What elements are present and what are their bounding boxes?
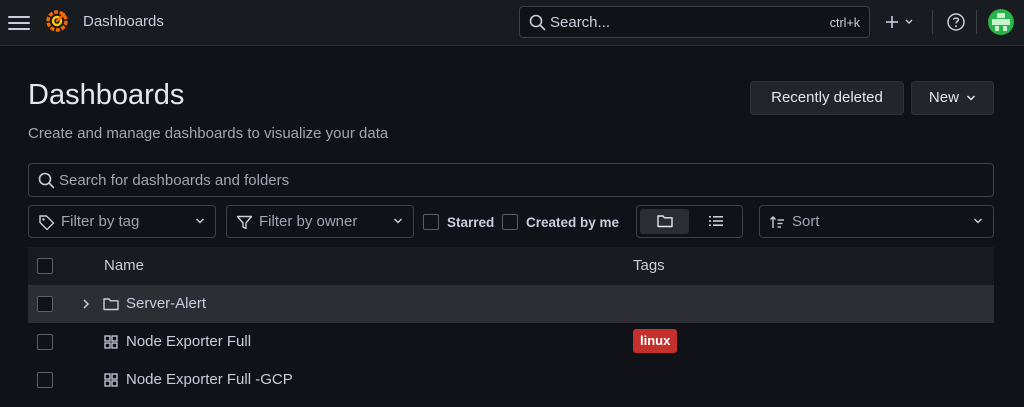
- grafana-logo[interactable]: [44, 8, 70, 34]
- recently-deleted-button[interactable]: Recently deleted: [750, 81, 904, 115]
- dashboard-grid-icon: [104, 373, 118, 387]
- chevron-down-icon: [967, 95, 976, 101]
- search-icon: [38, 172, 55, 189]
- new-button-label: New: [928, 89, 959, 106]
- select-all-checkbox[interactable]: [37, 258, 53, 274]
- dashboard-grid-icon: [104, 335, 118, 349]
- chevron-right-icon[interactable]: [82, 298, 90, 310]
- created-by-me-checkbox[interactable]: [502, 214, 518, 230]
- breadcrumb[interactable]: Dashboards: [83, 13, 164, 30]
- tag-badge-linux[interactable]: linux: [633, 329, 678, 353]
- row-checkbox[interactable]: [37, 334, 53, 350]
- filter-by-tag-select[interactable]: Filter by tag: [28, 205, 216, 238]
- tag-icon: [39, 215, 55, 231]
- plus-icon: [886, 16, 913, 28]
- top-navbar: Dashboards Search... ctrl+k: [0, 0, 1024, 46]
- page-title: Dashboards: [28, 79, 185, 111]
- folder-icon: [657, 215, 673, 228]
- user-avatar[interactable]: [988, 9, 1014, 35]
- row-checkbox[interactable]: [37, 296, 53, 312]
- sort-select[interactable]: Sort: [759, 205, 994, 238]
- table-row[interactable]: Node Exporter Full -GCP: [28, 361, 994, 399]
- filter-by-owner-select[interactable]: Filter by owner: [226, 205, 414, 238]
- table-row[interactable]: Server-Alert: [28, 285, 994, 323]
- column-header-name[interactable]: Name: [104, 257, 144, 274]
- created-by-me-label: Created by me: [526, 215, 620, 230]
- filter-icon: [236, 215, 253, 230]
- avatar-pattern-icon: [992, 13, 1010, 31]
- divider: [932, 10, 933, 34]
- chevron-down-icon: [195, 218, 205, 224]
- help-circle-icon[interactable]: [946, 12, 966, 32]
- add-button[interactable]: [882, 11, 918, 33]
- column-header-tags: Tags: [633, 257, 665, 274]
- row-checkbox[interactable]: [37, 372, 53, 388]
- row-name[interactable]: Node Exporter Full -GCP: [126, 371, 293, 388]
- search-placeholder: Search...: [550, 14, 611, 31]
- list-icon: [709, 216, 723, 226]
- filter-tag-placeholder: Filter by tag: [61, 213, 140, 230]
- search-icon: [529, 14, 546, 31]
- sort-icon: [770, 216, 784, 228]
- table-header: Name Tags: [28, 247, 994, 285]
- chevron-down-icon: [973, 218, 983, 224]
- new-button[interactable]: New: [911, 81, 994, 115]
- search-placeholder: Search for dashboards and folders: [59, 172, 290, 189]
- view-mode-toggle: [636, 205, 743, 238]
- folder-view-button[interactable]: [640, 209, 689, 234]
- global-search-input[interactable]: Search... ctrl+k: [519, 6, 870, 38]
- list-view-button[interactable]: [692, 209, 741, 234]
- table-row[interactable]: Node Exporter Full linux: [28, 323, 994, 361]
- sort-placeholder: Sort: [792, 213, 820, 230]
- starred-label: Starred: [447, 215, 495, 230]
- page-subtitle: Create and manage dashboards to visualiz…: [28, 125, 389, 142]
- row-name[interactable]: Server-Alert: [126, 295, 206, 312]
- starred-checkbox[interactable]: [423, 214, 439, 230]
- divider: [976, 10, 977, 34]
- hamburger-icon[interactable]: [8, 12, 30, 32]
- search-shortcut: ctrl+k: [829, 16, 860, 30]
- chevron-down-icon: [393, 218, 403, 224]
- folder-icon: [103, 298, 119, 311]
- dashboard-search-input[interactable]: Search for dashboards and folders: [28, 163, 994, 197]
- filter-owner-placeholder: Filter by owner: [259, 213, 358, 230]
- row-name[interactable]: Node Exporter Full: [126, 333, 251, 350]
